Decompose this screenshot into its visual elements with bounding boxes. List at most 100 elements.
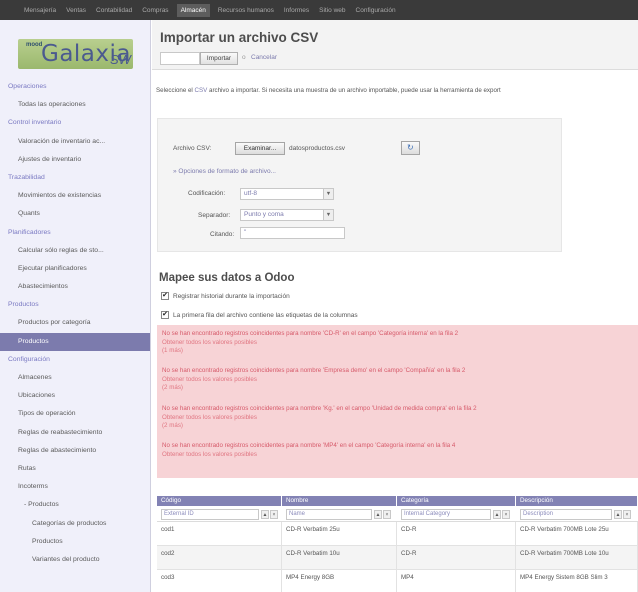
top-menu-bar: Mensajería Ventas Contabilidad Compras Almac… [0,0,638,20]
header-row-checkbox[interactable]: ✔ [161,311,169,319]
table-cell: MP4 [397,570,516,592]
close-icon[interactable]: × [270,510,278,519]
format-options-link[interactable]: » Opciones de formato de archivo... [173,168,276,175]
more-link[interactable]: (1 más) [162,347,458,356]
possible-values-link[interactable]: Obtener todos los valores posibles [162,339,458,348]
sidebar-item[interactable]: Incoterms [0,478,150,496]
field-select-external-id[interactable]: External ID [161,509,259,520]
sidebar-item[interactable]: Abastecimientos [0,278,150,296]
grid-header-category: Categoría [397,496,516,506]
grid-header-code: Código [157,496,282,506]
chevron-down-icon[interactable]: ▲ [374,510,382,519]
field-select-internal-category[interactable]: Internal Category [401,509,491,520]
field-select-cell: Internal Category ▲ × [397,506,516,521]
separator-value: Punto y coma [244,211,284,218]
track-history-label: Registrar historial durante la importaci… [173,292,290,300]
sidebar-item[interactable]: - Productos [0,496,150,514]
mapping-title: Mapee sus datos a Odoo [159,272,295,284]
sidebar-item[interactable]: Categorías de productos [0,515,150,533]
sidebar-item[interactable]: Ajustes de inventario [0,151,150,169]
close-icon[interactable]: × [623,510,631,519]
possible-values-link[interactable]: Obtener todos los valores posibles [162,376,465,385]
header-row-row[interactable]: ✔ La primera fila del archivo contiene l… [161,311,358,319]
table-cell: CD-R Verbatim 700MB Lote 10u [516,546,638,569]
view-header: Importar un archivo CSV Importar o Cance… [152,20,638,70]
track-history-row[interactable]: ✔ Registrar historial durante la importa… [161,292,290,300]
sidebar-item[interactable]: Tipos de operación [0,405,150,423]
table-row: cod2 CD-R Verbatim 10u CD-R CD-R Verbatim 7… [157,546,638,570]
browse-button[interactable]: Examinar... [235,142,285,155]
sidebar-item[interactable]: Reglas de abastecimiento [0,442,150,460]
top-menu-item[interactable]: Almacén [176,3,210,17]
top-menu-item[interactable]: Mensajería [22,4,58,17]
table-cell: CD-R Verbatim 25u [282,522,397,545]
field-select-cell: Description ▲ × [516,506,638,521]
blank-header-field[interactable] [160,52,200,65]
logo-top-text: mood [26,42,43,48]
company-logo[interactable]: mood Galaxia SW [8,29,148,77]
table-cell: CD-R [397,546,516,569]
top-menu-item[interactable]: Informes [282,4,311,17]
table-cell: CD-R Verbatim 10u [282,546,397,569]
sidebar-section-header: Configuración [8,355,50,363]
sidebar-section-header: Control inventario [8,119,62,127]
quote-label: Citando: [210,231,235,238]
sidebar-item[interactable]: Quants [0,205,150,223]
possible-values-link[interactable]: Obtener todos los valores posibles [162,414,477,423]
track-history-checkbox[interactable]: ✔ [161,292,169,300]
page-title: Importar un archivo CSV [160,30,319,45]
more-link[interactable]: (2 más) [162,384,465,393]
error-messages: No se han encontrado registros coinciden… [157,325,638,478]
sidebar-item[interactable]: Todas las operaciones [0,96,150,114]
error-block: No se han encontrado registros coinciden… [162,442,455,459]
close-icon[interactable]: × [383,510,391,519]
sidebar-item[interactable]: Valoración de inventario ac... [0,133,150,151]
sidebar-item[interactable]: Movimientos de existencias [0,187,150,205]
sidebar-item[interactable]: Rutas [0,460,150,478]
top-menu-item[interactable]: Sitio web [317,4,347,17]
reload-file-button[interactable]: ↻ [401,141,420,155]
table-row: cod3 MP4 Energy 8GB MP4 MP4 Energy Sistem 8… [157,570,638,592]
sidebar-item[interactable]: Ejecutar planificadores [0,260,150,278]
sidebar-item[interactable]: Calcular sólo reglas de sto... [0,242,150,260]
quote-input[interactable]: " [240,227,345,239]
top-menu-item[interactable]: Recursos humanos [216,4,276,17]
top-menu-item[interactable]: Compras [140,4,170,17]
encoding-select[interactable]: utf-8 ▼ [240,188,334,200]
sidebar-item[interactable]: Productos [0,533,150,551]
import-button[interactable]: Importar [200,52,238,65]
top-menu-item[interactable]: Configuración [354,4,398,17]
sidebar-item[interactable]: Variantes del producto [0,551,150,569]
chevron-down-icon[interactable]: ▲ [614,510,622,519]
separator-select[interactable]: Punto y coma ▼ [240,209,334,221]
close-icon[interactable]: × [502,510,510,519]
chevron-down-icon[interactable]: ▲ [261,510,269,519]
top-menu-item[interactable]: Ventas [64,4,88,17]
sidebar-section-header: Planificadores [8,228,51,236]
header-row-label: La primera fila del archivo contiene las… [173,311,358,319]
chevron-down-icon[interactable]: ▲ [493,510,501,519]
sidebar-item[interactable]: Ubicaciones [0,387,150,405]
top-menu-item[interactable]: Contabilidad [94,4,134,17]
sidebar-item[interactable]: Almacenes [0,369,150,387]
field-select-name[interactable]: Name [286,509,372,520]
sidebar-item[interactable]: Productos [0,332,150,351]
intro-text: Seleccione el CSV archivo a importar. Si… [156,87,638,94]
preview-grid: Código Nombre Categoría Descripción Exte… [157,496,638,592]
sidebar: mood Galaxia SW Operaciones Todas las ope… [0,20,151,592]
more-link[interactable]: (2 más) [162,422,477,431]
cancel-link[interactable]: Cancelar [251,54,277,61]
csv-link[interactable]: CSV [195,87,208,94]
file-label: Archivo CSV: [173,145,212,152]
sidebar-item[interactable]: Reglas de reabastecimiento [0,424,150,442]
sidebar-item[interactable]: Productos por categoría [0,314,150,332]
file-options-panel: Archivo CSV: Examinar... datosproductos.… [157,118,562,252]
encoding-label: Codificación: [188,190,226,197]
error-message: No se han encontrado registros coinciden… [162,442,456,449]
table-cell: cod3 [157,570,282,592]
possible-values-link[interactable]: Obtener todos los valores posibles [162,451,455,460]
field-select-cell: Name ▲ × [282,506,397,521]
field-select-description[interactable]: Description [520,509,612,520]
error-message: No se han encontrado registros coinciden… [162,330,459,337]
chevron-down-icon: ▼ [323,189,333,199]
